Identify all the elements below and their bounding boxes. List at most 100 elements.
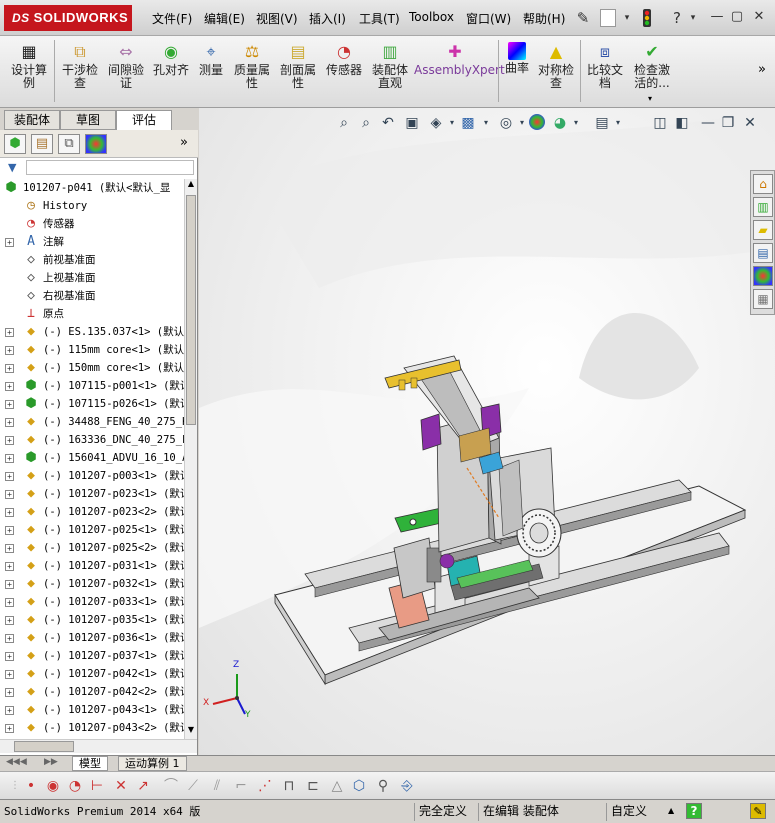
configuration-manager-icon[interactable]: ⧉ xyxy=(58,134,80,154)
expand-toggle-icon[interactable]: + xyxy=(5,508,14,517)
tree-item[interactable]: ◇ 上视基准面 xyxy=(0,269,184,287)
tree-item[interactable]: + ◆ (-) 163336_DNC_40_275_P xyxy=(0,431,184,449)
trim-icon[interactable]: ✕ xyxy=(112,777,130,795)
tree-item[interactable]: + ◆ (-) 101207-p032<1> (默认 xyxy=(0,575,184,593)
expand-toggle-icon[interactable]: + xyxy=(5,580,14,589)
menu-view[interactable]: 视图(V) xyxy=(256,10,298,27)
units-dropdown-icon[interactable]: ▲ xyxy=(668,806,674,815)
expand-toggle-icon[interactable]: + xyxy=(5,346,14,355)
tree-item[interactable]: + ◆ (-) 150mm core<1> (默认 xyxy=(0,359,184,377)
tree-item[interactable]: + A 注解 xyxy=(0,233,184,251)
point-icon[interactable]: • xyxy=(22,777,40,795)
interference-check-button[interactable]: ⧉ 干涉检 查 xyxy=(58,42,102,90)
expand-toggle-icon[interactable]: + xyxy=(5,364,14,373)
rebuild-traffic-light-icon[interactable] xyxy=(638,9,656,27)
design-library-icon[interactable]: ▥ xyxy=(753,197,773,217)
tree-item[interactable]: + ◆ (-) 101207-p036<1> (默认 xyxy=(0,629,184,647)
check-active-button[interactable]: ✔ 检查激 活的... xyxy=(630,42,674,90)
toolbar-dropdown-icon[interactable]: ▾ xyxy=(648,94,652,103)
expand-toggle-icon[interactable]: + xyxy=(5,706,14,715)
tree-item[interactable]: + ◆ (-) 101207-p003<1> (默认 xyxy=(0,467,184,485)
menu-toolbox[interactable]: Toolbox xyxy=(409,10,454,24)
tree-item[interactable]: + ◆ (-) 101207-p023<1> (默认 xyxy=(0,485,184,503)
section-properties-button[interactable]: ▤ 剖面属 性 xyxy=(276,42,320,90)
repair-sketch-icon[interactable]: ⬡ xyxy=(350,777,368,795)
tree-item[interactable]: + ◆ (-) 101207-p043<2> (默认 xyxy=(0,719,184,737)
rapid-sketch-icon[interactable]: ⚲ xyxy=(374,777,392,795)
expand-toggle-icon[interactable]: + xyxy=(5,634,14,643)
expand-toggle-icon[interactable]: + xyxy=(5,652,14,661)
tab-sketch[interactable]: 草图 xyxy=(60,110,116,130)
feature-tree-tab-icon[interactable]: ⬢ xyxy=(4,134,26,154)
tree-item[interactable]: + ◆ (-) ES.135.037<1> (默认 xyxy=(0,323,184,341)
tree-item[interactable]: + ◆ (-) 101207-p023<2> (默认 xyxy=(0,503,184,521)
expand-toggle-icon[interactable]: + xyxy=(5,382,14,391)
arc-icon[interactable]: ◔ xyxy=(66,777,84,795)
menu-file[interactable]: 文件(F) xyxy=(152,10,192,27)
tree-item[interactable]: + ◆ (-) 101207-p037<1> (默认 xyxy=(0,647,184,665)
tab-motion-study[interactable]: 运动算例 1 xyxy=(118,756,187,771)
expand-toggle-icon[interactable]: + xyxy=(5,238,14,247)
expand-toggle-icon[interactable]: + xyxy=(5,688,14,697)
compare-documents-button[interactable]: ⧈ 比较文 档 xyxy=(584,42,626,90)
help-status-icon[interactable]: ? xyxy=(686,803,702,819)
offset-icon[interactable]: ⫽ xyxy=(208,777,226,795)
tree-item[interactable]: ◔ 传感器 xyxy=(0,215,184,233)
expand-toggle-icon[interactable]: + xyxy=(5,418,14,427)
tree-vertical-scrollbar[interactable]: ▲ ▼ xyxy=(184,179,197,739)
file-explorer-icon[interactable]: ▰ xyxy=(753,220,773,240)
extend-icon[interactable]: ↗ xyxy=(134,777,152,795)
circle-icon[interactable]: ◉ xyxy=(44,777,62,795)
tree-item[interactable]: + ◆ (-) 101207-p042<2> (默认 xyxy=(0,683,184,701)
panel-expand-icon[interactable]: » xyxy=(180,135,188,150)
measure-button[interactable]: ⌖ 测量 xyxy=(194,42,228,77)
mass-properties-button[interactable]: ⚖ 质量属 性 xyxy=(230,42,274,90)
tree-item[interactable]: + ⬢ (-) 107115-p001<1> (默认 xyxy=(0,377,184,395)
clearance-verify-button[interactable]: ⇔ 间隙验 证 xyxy=(104,42,148,90)
menu-window[interactable]: 窗口(W) xyxy=(466,10,511,27)
tree-item[interactable]: + ⬢ (-) 156041_ADVU_16_10_A xyxy=(0,449,184,467)
tree-root-assembly[interactable]: ⬢ 101207-p041 (默认<默认_显 xyxy=(0,179,184,197)
tree-item[interactable]: + ⬢ (-) 107115-p026<1> (默认 xyxy=(0,395,184,413)
filter-input[interactable] xyxy=(26,160,194,175)
expand-toggle-icon[interactable]: + xyxy=(5,490,14,499)
scroll-up-icon[interactable]: ▲ xyxy=(186,179,196,193)
tree-item[interactable]: + ◆ (-) 101207-p043<1> (默认 xyxy=(0,701,184,719)
expand-toggle-icon[interactable]: + xyxy=(5,454,14,463)
tree-item[interactable]: + ◆ (-) 101207-p035<1> (默认 xyxy=(0,611,184,629)
new-document-icon[interactable] xyxy=(600,9,616,27)
mirror-icon[interactable]: ⋰ xyxy=(256,777,274,795)
move-entities-icon[interactable]: ⊏ xyxy=(304,777,322,795)
status-units[interactable]: 自定义 xyxy=(606,803,660,821)
tree-item[interactable]: + ◆ (-) 34488_FENG_40_275_K xyxy=(0,413,184,431)
chamfer-icon[interactable]: ⟋ xyxy=(184,777,202,795)
tree-item[interactable]: + ◆ (-) 101207-p025<2> (默认 xyxy=(0,539,184,557)
close-icon[interactable]: ✕ xyxy=(750,8,768,26)
tab-scroll-next-icon[interactable]: ▶▶ xyxy=(44,757,58,767)
custom-properties-icon[interactable]: ▦ xyxy=(753,289,773,309)
tree-item[interactable]: + ◆ (-) 101207-p033<1> (默认 xyxy=(0,593,184,611)
sensor-button[interactable]: ◔ 传感器 xyxy=(322,42,366,77)
expand-toggle-icon[interactable]: + xyxy=(5,544,14,553)
solidworks-resources-icon[interactable]: ⌂ xyxy=(753,174,773,194)
expand-toggle-icon[interactable]: + xyxy=(5,400,14,409)
curvature-button[interactable]: 曲率 xyxy=(502,42,532,75)
property-manager-icon[interactable]: ▤ xyxy=(31,134,53,154)
menu-insert[interactable]: 插入(I) xyxy=(309,10,346,27)
tab-model[interactable]: 模型 xyxy=(72,756,108,771)
restore-icon[interactable]: ▢ xyxy=(728,8,746,26)
smart-dimension-icon[interactable]: ⊢ xyxy=(88,777,106,795)
tree-item[interactable]: ◇ 右视基准面 xyxy=(0,287,184,305)
tree-item[interactable]: ⊥ 原点 xyxy=(0,305,184,323)
expand-toggle-icon[interactable]: + xyxy=(5,616,14,625)
symmetry-check-button[interactable]: ▲ 对称检 查 xyxy=(534,42,578,90)
help-dropdown-icon[interactable]: ▾ xyxy=(684,9,702,27)
assemblyxpert-button[interactable]: ✚ AssemblyXpert xyxy=(414,42,505,77)
pin-icon[interactable]: ✎ xyxy=(574,9,592,27)
expand-toggle-icon[interactable]: + xyxy=(5,436,14,445)
expand-toggle-icon[interactable]: + xyxy=(5,724,14,733)
minimize-icon[interactable]: — xyxy=(708,8,726,26)
linear-pattern-icon[interactable]: ⊓ xyxy=(280,777,298,795)
tree-item[interactable]: ◇ 前视基准面 xyxy=(0,251,184,269)
fillet-icon[interactable]: ⌒ xyxy=(162,777,180,795)
